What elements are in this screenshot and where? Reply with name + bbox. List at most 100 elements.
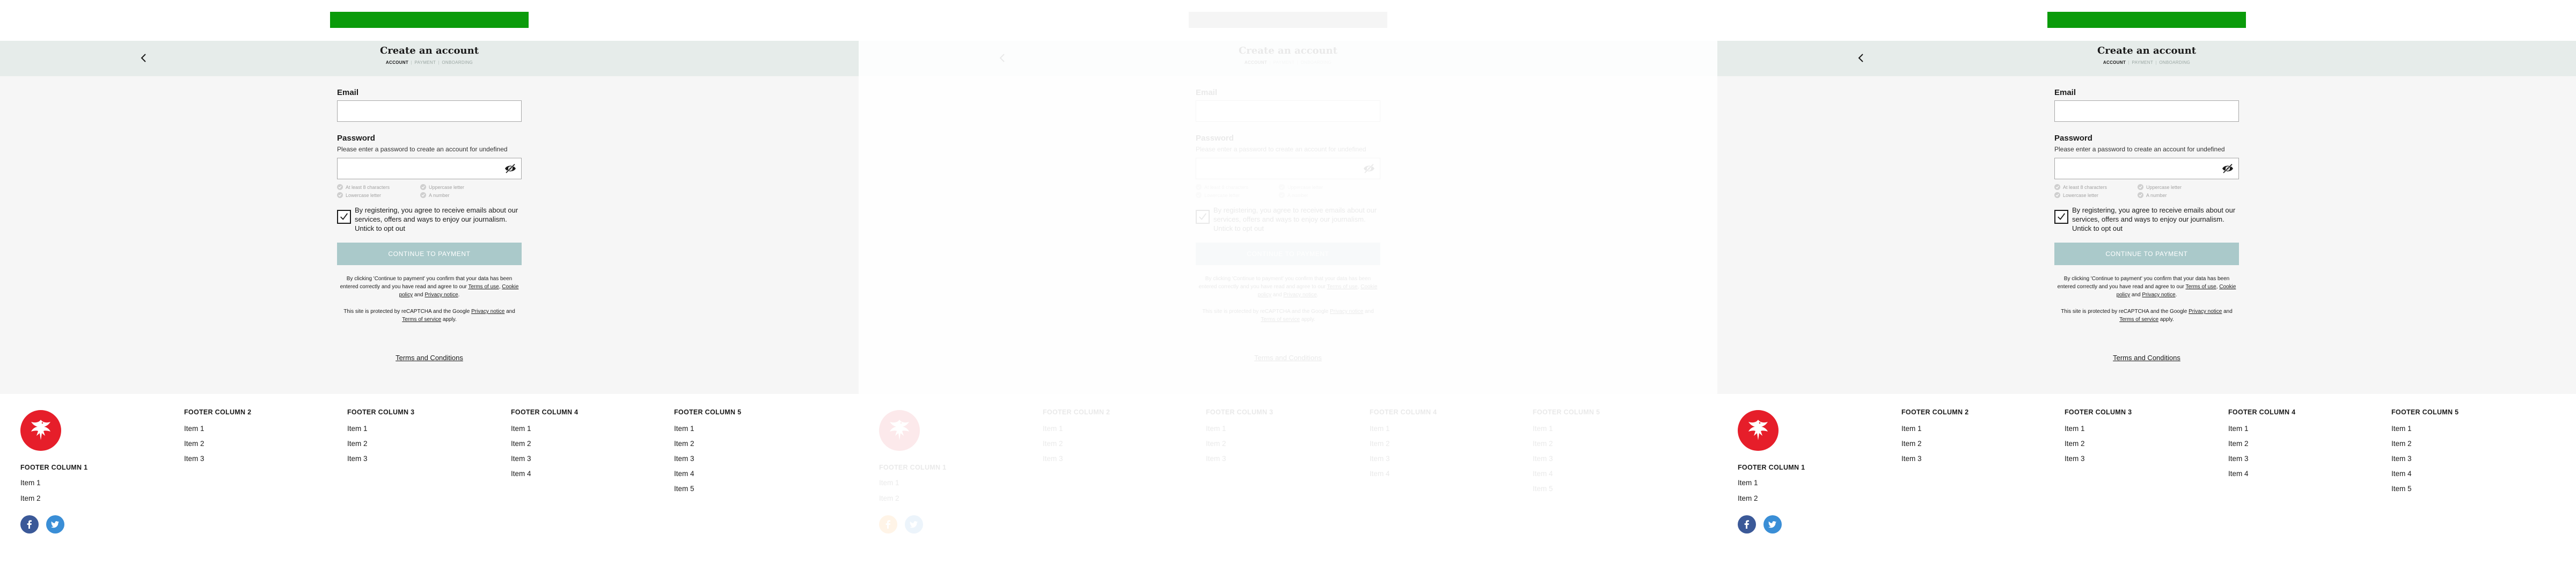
- google-privacy-link[interactable]: Privacy notice: [1330, 309, 1363, 315]
- footer-link[interactable]: Item 2: [1206, 440, 1273, 448]
- footer-link[interactable]: Item 3: [347, 455, 414, 463]
- footer-link[interactable]: Item 3: [1901, 455, 1968, 463]
- google-privacy-link[interactable]: Privacy notice: [471, 309, 504, 315]
- privacy-notice-link[interactable]: Privacy notice: [2142, 292, 2175, 298]
- footer-link[interactable]: Item 1: [879, 479, 946, 487]
- eye-off-icon[interactable]: [504, 163, 516, 174]
- footer-link[interactable]: Item 5: [1533, 485, 1600, 493]
- eagle-logo-icon[interactable]: [20, 410, 61, 451]
- footer-link[interactable]: Item 2: [879, 494, 946, 502]
- continue-to-payment-button[interactable]: CONTINUE TO PAYMENT: [2054, 243, 2239, 265]
- footer-link[interactable]: Item 3: [2228, 455, 2295, 463]
- footer-link[interactable]: Item 1: [1043, 425, 1110, 433]
- footer-link[interactable]: Item 1: [511, 425, 578, 433]
- privacy-notice-link[interactable]: Privacy notice: [425, 292, 458, 298]
- footer-link[interactable]: Item 2: [674, 440, 741, 448]
- eye-off-icon[interactable]: [2222, 163, 2234, 174]
- footer-link[interactable]: Item 3: [2391, 455, 2458, 463]
- footer-link[interactable]: Item 2: [2065, 440, 2132, 448]
- privacy-notice-link[interactable]: Privacy notice: [1283, 292, 1316, 298]
- terms-of-use-link[interactable]: Terms of use: [468, 284, 499, 290]
- terms-and-conditions-link[interactable]: Terms and Conditions: [337, 354, 522, 362]
- footer-link[interactable]: Item 3: [1043, 455, 1110, 463]
- facebook-icon[interactable]: [879, 515, 897, 534]
- footer-column-1: FOOTER COLUMN 1 Item 1 Item 2: [879, 464, 946, 502]
- password-field[interactable]: [337, 158, 522, 179]
- footer-link[interactable]: Item 2: [2391, 440, 2458, 448]
- footer-link[interactable]: Item 2: [1043, 440, 1110, 448]
- footer-link[interactable]: Item 3: [1370, 455, 1437, 463]
- footer-link[interactable]: Item 1: [674, 425, 741, 433]
- email-field[interactable]: [1196, 100, 1380, 122]
- footer-link[interactable]: Item 2: [1901, 440, 1968, 448]
- footer-link[interactable]: Item 2: [1738, 494, 1805, 502]
- footer-link[interactable]: Item 2: [2228, 440, 2295, 448]
- footer-link[interactable]: Item 2: [1533, 440, 1600, 448]
- footer-link[interactable]: Item 3: [184, 455, 251, 463]
- terms-and-conditions-link[interactable]: Terms and Conditions: [1196, 354, 1380, 362]
- footer-link[interactable]: Item 1: [20, 479, 87, 487]
- footer-link[interactable]: Item 4: [1533, 470, 1600, 478]
- footer-link[interactable]: Item 1: [2228, 425, 2295, 433]
- eye-off-icon[interactable]: [1363, 163, 1375, 174]
- footer-link[interactable]: Item 1: [347, 425, 414, 433]
- twitter-icon[interactable]: [1763, 515, 1782, 534]
- footer-link[interactable]: Item 1: [1206, 425, 1273, 433]
- password-rule-label: At least 8 characters: [346, 184, 390, 190]
- footer-link[interactable]: Item 2: [1370, 440, 1437, 448]
- terms-of-use-link[interactable]: Terms of use: [2185, 284, 2216, 290]
- twitter-icon[interactable]: [905, 515, 923, 534]
- footer-link[interactable]: Item 1: [1533, 425, 1600, 433]
- footer-link[interactable]: Item 1: [1901, 425, 1968, 433]
- consent-checkbox[interactable]: [2054, 210, 2068, 224]
- footer-link[interactable]: Item 2: [347, 440, 414, 448]
- step-separator: |: [2128, 60, 2129, 65]
- footer-link[interactable]: Item 2: [20, 494, 87, 502]
- top-strip: [1717, 0, 2576, 41]
- footer-link[interactable]: Item 3: [674, 455, 741, 463]
- password-field[interactable]: [1196, 158, 1380, 179]
- check-icon: [420, 184, 426, 190]
- footer-link[interactable]: Item 3: [1206, 455, 1273, 463]
- google-terms-link[interactable]: Terms of service: [1261, 317, 1300, 323]
- footer-link[interactable]: Item 4: [2391, 470, 2458, 478]
- terms-of-use-link[interactable]: Terms of use: [1327, 284, 1357, 290]
- footer-link[interactable]: Item 1: [1370, 425, 1437, 433]
- continue-to-payment-button[interactable]: CONTINUE TO PAYMENT: [337, 243, 522, 265]
- footer-link[interactable]: Item 4: [2228, 470, 2295, 478]
- eagle-logo-icon[interactable]: [879, 410, 920, 451]
- consent-checkbox[interactable]: [337, 210, 351, 224]
- footer-link[interactable]: Item 2: [511, 440, 578, 448]
- footer-link[interactable]: Item 1: [2391, 425, 2458, 433]
- footer-link[interactable]: Item 1: [1738, 479, 1805, 487]
- terms-and-conditions-link[interactable]: Terms and Conditions: [2054, 354, 2239, 362]
- footer-link[interactable]: Item 3: [2065, 455, 2132, 463]
- footer-link[interactable]: Item 5: [674, 485, 741, 493]
- footer-link[interactable]: Item 1: [2065, 425, 2132, 433]
- google-terms-link[interactable]: Terms of service: [2119, 317, 2158, 323]
- footer-link[interactable]: Item 4: [511, 470, 578, 478]
- footer-link[interactable]: Item 4: [1370, 470, 1437, 478]
- step-payment: PAYMENT: [414, 60, 436, 65]
- twitter-icon[interactable]: [46, 515, 64, 534]
- eagle-logo-icon[interactable]: [1738, 410, 1779, 451]
- signup-panel-loading: Create an account ACCOUNT | PAYMENT | ON…: [859, 0, 1717, 570]
- facebook-icon[interactable]: [1738, 515, 1756, 534]
- footer-link[interactable]: Item 1: [184, 425, 251, 433]
- facebook-icon[interactable]: [20, 515, 39, 534]
- consent-checkbox[interactable]: [1196, 210, 1210, 224]
- footer-link[interactable]: Item 3: [1533, 455, 1600, 463]
- password-hint: Please enter a password to create an acc…: [337, 145, 508, 153]
- footer-link[interactable]: Item 2: [184, 440, 251, 448]
- google-terms-link[interactable]: Terms of service: [402, 317, 441, 323]
- continue-to-payment-button[interactable]: CONTINUE TO PAYMENT: [1196, 243, 1380, 265]
- google-privacy-link[interactable]: Privacy notice: [2189, 309, 2222, 315]
- footer-link[interactable]: Item 5: [2391, 485, 2458, 493]
- check-icon: [2138, 184, 2143, 190]
- footer-link[interactable]: Item 3: [511, 455, 578, 463]
- email-field[interactable]: [337, 100, 522, 122]
- consent-row: By registering, you agree to receive ema…: [2054, 206, 2239, 233]
- password-field[interactable]: [2054, 158, 2239, 179]
- email-field[interactable]: [2054, 100, 2239, 122]
- footer-link[interactable]: Item 4: [674, 470, 741, 478]
